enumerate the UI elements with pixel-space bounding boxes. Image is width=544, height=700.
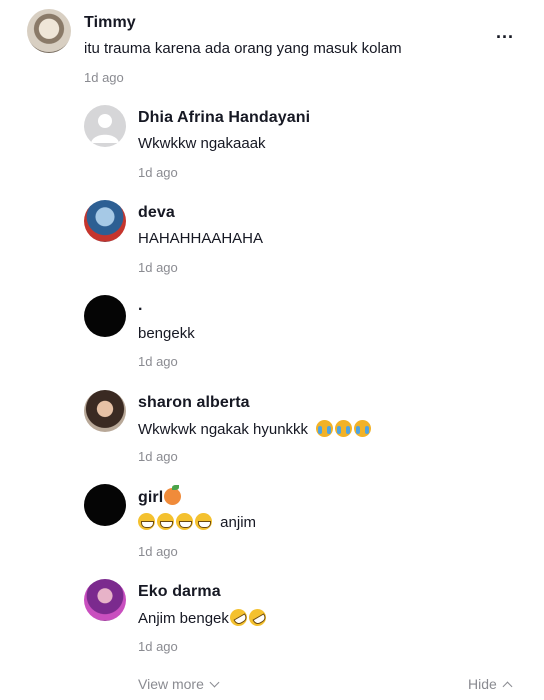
crying-face-icon	[316, 420, 334, 437]
view-more-button[interactable]: View more	[138, 676, 220, 692]
reply-text-content: anjim	[220, 514, 257, 531]
grinning-sweat-face-icon	[138, 513, 155, 530]
peach-icon	[164, 485, 182, 505]
username[interactable]: sharon alberta	[138, 394, 250, 412]
avatar-deva[interactable]	[84, 200, 126, 242]
user-silhouette-icon	[91, 114, 119, 143]
grinning-sweat-face-icon	[195, 513, 212, 530]
reply-text: anjim	[138, 513, 256, 531]
timestamp: 1d ago	[138, 544, 178, 559]
grinning-sweat-face-icon	[176, 513, 193, 530]
reply-text: Wkwkwk ngakak hyunkkk	[138, 420, 373, 438]
username[interactable]: Dhia Afrina Handayani	[138, 109, 310, 127]
reply-text: bengekk	[138, 325, 195, 342]
avatar-dot[interactable]	[84, 295, 126, 337]
reply-text: HAHAHHAAHAHA	[138, 230, 264, 247]
grinning-sweat-face-icon	[157, 513, 174, 530]
username[interactable]: girl	[138, 485, 183, 507]
rofl-face-icon	[245, 605, 270, 630]
username[interactable]: .	[138, 297, 143, 315]
chevron-down-icon	[209, 677, 220, 688]
comment-text: itu trauma karena ada orang yang masuk k…	[84, 40, 402, 57]
avatar-eko-darma[interactable]	[84, 579, 126, 621]
crying-face-icon	[335, 420, 353, 437]
reply-text: Wkwkkw ngakaaak	[138, 135, 266, 152]
crying-face-icon	[354, 420, 372, 437]
view-more-label: View more	[138, 676, 204, 692]
reply-text-content: Anjim bengek	[138, 610, 229, 627]
reply-text-content: Wkwkwk ngakak hyunkkk	[138, 421, 309, 438]
username[interactable]: deva	[138, 204, 175, 222]
more-options-icon[interactable]: ...	[496, 22, 514, 43]
timestamp: 1d ago	[138, 260, 178, 275]
avatar-girl[interactable]	[84, 484, 126, 526]
hide-label: Hide	[468, 676, 497, 692]
avatar-timmy[interactable]	[27, 9, 71, 53]
timestamp: 1d ago	[84, 70, 124, 85]
timestamp: 1d ago	[138, 639, 178, 654]
username[interactable]: Timmy	[84, 14, 136, 32]
username-text: girl	[138, 489, 164, 506]
reply-text: Anjim bengek	[138, 605, 270, 630]
timestamp: 1d ago	[138, 449, 178, 464]
chevron-up-icon	[502, 681, 513, 692]
hide-button[interactable]: Hide	[468, 676, 513, 692]
avatar-default-icon[interactable]	[84, 105, 126, 147]
avatar-sharon-alberta[interactable]	[84, 390, 126, 432]
username[interactable]: Eko darma	[138, 583, 221, 601]
timestamp: 1d ago	[138, 165, 178, 180]
timestamp: 1d ago	[138, 354, 178, 369]
rofl-face-icon	[226, 605, 251, 630]
